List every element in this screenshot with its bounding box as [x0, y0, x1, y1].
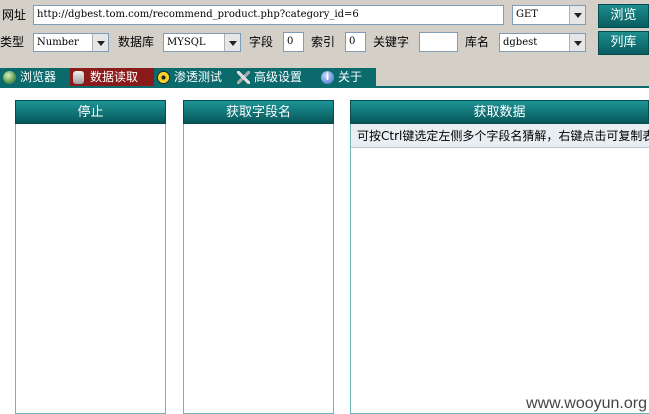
- type-value: Number: [37, 37, 79, 48]
- tab-pentest[interactable]: 渗透测试: [154, 68, 234, 87]
- info-icon: i: [321, 71, 334, 84]
- chevron-down-icon[interactable]: [92, 34, 108, 51]
- hint-text: 可按Ctrl键选定左侧多个字段名猜解，右键点击可复制表格: [351, 124, 649, 148]
- chevron-down-icon[interactable]: [569, 34, 585, 51]
- tab-browser[interactable]: 浏览器: [0, 68, 70, 87]
- method-select[interactable]: GET: [512, 5, 586, 25]
- database-icon: [73, 71, 84, 84]
- browse-button[interactable]: 浏览: [598, 4, 649, 28]
- tab-data-read[interactable]: 数据读取: [70, 68, 154, 87]
- tools-icon: [237, 71, 250, 84]
- type-select[interactable]: Number: [33, 33, 109, 52]
- type-label: 类型: [0, 35, 25, 49]
- dbname-select[interactable]: dgbest: [499, 33, 586, 52]
- tab-label: 高级设置: [254, 70, 303, 84]
- globe-icon: [3, 71, 16, 84]
- get-data-button[interactable]: 获取数据: [350, 100, 649, 124]
- keyword-input[interactable]: [419, 32, 458, 52]
- chevron-down-icon[interactable]: [569, 6, 585, 24]
- tab-advanced-settings[interactable]: 高级设置: [234, 68, 318, 87]
- tab-about[interactable]: i 关于: [318, 68, 376, 87]
- method-value: GET: [516, 9, 538, 20]
- dbname-value: dgbest: [503, 37, 538, 48]
- database-value: MYSQL: [167, 37, 206, 48]
- table-list-panel[interactable]: 停止: [15, 100, 166, 414]
- tab-label: 关于: [338, 70, 363, 84]
- database-select[interactable]: MYSQL: [163, 33, 241, 52]
- data-grid-panel[interactable]: 获取数据 可按Ctrl键选定左侧多个字段名猜解，右键点击可复制表格: [350, 100, 649, 414]
- dbname-label: 库名: [465, 35, 490, 49]
- field-list-panel[interactable]: 获取字段名: [183, 100, 334, 414]
- tab-label: 数据读取: [90, 70, 139, 84]
- list-db-button[interactable]: 列库: [598, 31, 649, 55]
- url-input[interactable]: http://dgbest.tom.com/recommend_product.…: [33, 5, 504, 25]
- field-label: 字段: [249, 35, 274, 49]
- field-count-input[interactable]: 0: [283, 32, 304, 52]
- database-label: 数据库: [118, 35, 155, 49]
- watermark: www.wooyun.org: [526, 395, 647, 412]
- keyword-label: 关键字: [373, 35, 410, 49]
- tab-label: 渗透测试: [174, 70, 223, 84]
- radiation-icon: [157, 71, 170, 84]
- chevron-down-icon[interactable]: [224, 34, 240, 51]
- index-label: 索引: [311, 35, 336, 49]
- index-input[interactable]: 0: [345, 32, 366, 52]
- url-label: 网址: [2, 8, 27, 22]
- tab-label: 浏览器: [20, 70, 57, 84]
- stop-button[interactable]: 停止: [15, 100, 166, 124]
- get-fields-button[interactable]: 获取字段名: [183, 100, 334, 124]
